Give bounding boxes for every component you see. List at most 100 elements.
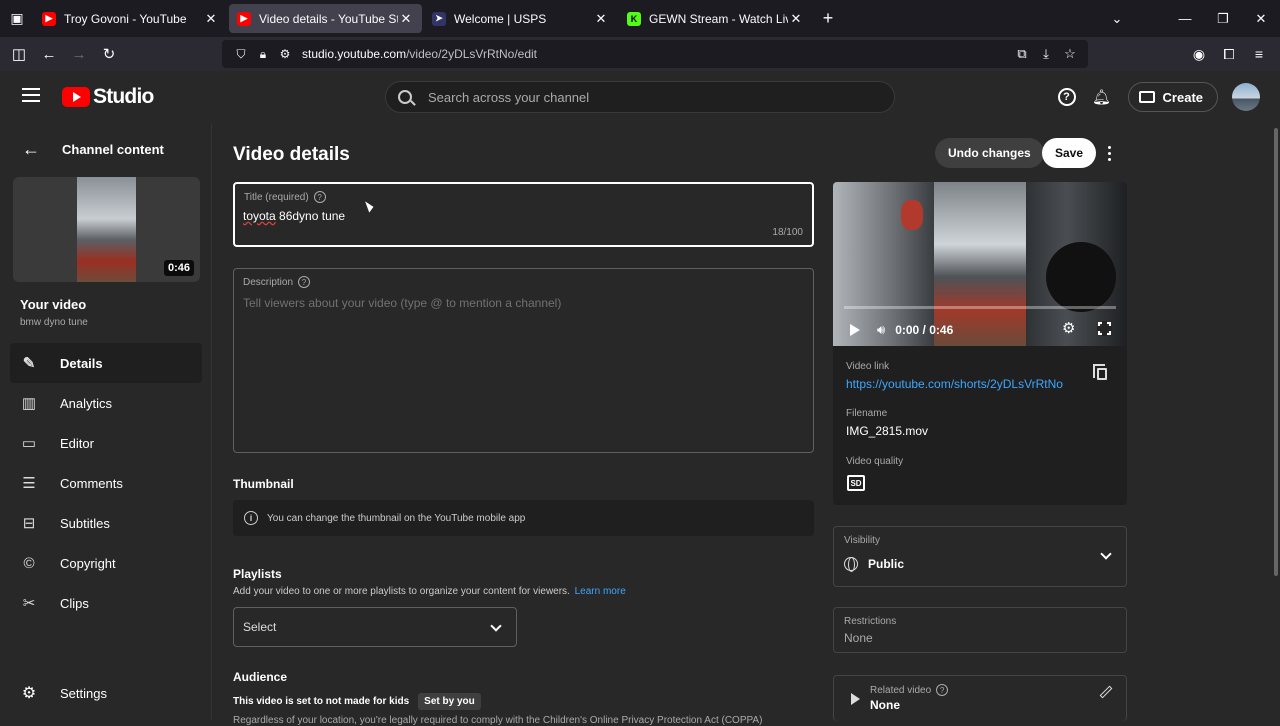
thumbnail-note: i You can change the thumbnail on the Yo…: [233, 500, 814, 536]
title-value[interactable]: toyota 86dyno tune: [243, 209, 345, 223]
description-field[interactable]: Description ? Tell viewers about your vi…: [233, 268, 814, 453]
studio-header: Studio Search across your channel ? 🔔︎ C…: [0, 71, 1280, 123]
shield-icon[interactable]: ⛉: [230, 47, 252, 62]
tab-list-icon[interactable]: ▣: [0, 0, 34, 37]
save-page-icon[interactable]: ⤓: [1034, 46, 1058, 62]
video-preview-panel: 🔊︎ 0:00 / 0:46 ⚙ Video link https://yout…: [833, 182, 1127, 505]
notifications-bell-icon[interactable]: 🔔︎: [1086, 81, 1118, 113]
player-progress-bar[interactable]: [844, 306, 1116, 309]
sidebar-item-settings[interactable]: ⚙ Settings: [20, 683, 107, 703]
new-tab-button[interactable]: +: [814, 8, 842, 29]
sidebar-item-label: Subtitles: [60, 515, 110, 531]
related-video-help-icon[interactable]: ?: [936, 684, 949, 696]
main-content: Video details Undo changes Save Title (r…: [213, 123, 1280, 726]
tab-overflow-chevron-icon[interactable]: ⌄: [1098, 11, 1136, 27]
sidebar-item-subtitles[interactable]: ⊟ Subtitles: [10, 503, 202, 543]
page-scrollbar[interactable]: [1274, 128, 1278, 576]
extensions-icon[interactable]: ⧠: [1214, 46, 1244, 63]
playlists-description: Add your video to one or more playlists …: [233, 586, 626, 597]
play-icon[interactable]: [850, 324, 860, 336]
title-help-icon[interactable]: ?: [313, 191, 326, 203]
visibility-label: Visibility: [844, 535, 880, 546]
audience-status-row: This video is set to not made for kids S…: [233, 693, 481, 710]
playlists-section-title: Playlists: [233, 567, 282, 581]
hamburger-menu-icon[interactable]: [22, 88, 40, 102]
related-video-label: Related video ?: [870, 684, 949, 696]
undo-changes-button[interactable]: Undo changes: [935, 138, 1044, 168]
help-icon: ?: [1057, 88, 1076, 106]
playlists-description-text: Add your video to one or more playlists …: [233, 586, 570, 597]
edit-pencil-icon[interactable]: [1099, 685, 1113, 699]
url-bar[interactable]: ⛉ 🔒︎ ⚙ studio.youtube.com/video/2yDLsVrR…: [222, 40, 1088, 68]
playlist-select-value: Select: [243, 620, 277, 634]
video-thumbnail[interactable]: 0:46: [13, 177, 200, 282]
sidebar-menu: ✎ Details ▥ Analytics ▭ Editor ☰ Comments ⊟ Subti…: [10, 343, 202, 623]
browser-tab[interactable]: ▶ Video details - YouTube Studio✕: [229, 4, 422, 33]
channel-content-back-button[interactable]: ← Channel content: [22, 139, 164, 160]
browser-tab[interactable]: ➤ Welcome | USPS ✕: [424, 4, 617, 33]
sidebar-toggle-icon[interactable]: ◫: [4, 39, 34, 69]
sidebar-item-details[interactable]: ✎ Details: [10, 343, 202, 383]
volume-icon[interactable]: 🔊︎: [877, 322, 885, 338]
mouse-cursor-icon: [365, 199, 375, 213]
tab-close-icon[interactable]: ✕: [398, 11, 414, 27]
avatar[interactable]: [1232, 83, 1260, 111]
toolbar-right: ◉ ⧠ ≡: [1184, 37, 1274, 71]
studio-logo-text: Studio: [93, 85, 154, 108]
tab-favicon-icon: ▶: [42, 11, 56, 26]
sidebar-item-analytics[interactable]: ▥ Analytics: [10, 383, 202, 423]
related-video-box[interactable]: Related video ? None: [833, 675, 1127, 721]
related-video-value: None: [870, 698, 900, 712]
studio-logo[interactable]: Studio: [62, 85, 154, 109]
visibility-value: Public: [844, 557, 904, 572]
restore-button[interactable]: ❐: [1204, 11, 1242, 27]
permissions-icon[interactable]: ⚙: [274, 47, 296, 61]
url-text[interactable]: studio.youtube.com/video/2yDLsVrRtNo/edi…: [302, 47, 537, 61]
title-value-rest: 86dyno tune: [275, 209, 346, 223]
learn-more-link[interactable]: Learn more: [575, 586, 626, 597]
sidebar-item-label: Clips: [60, 595, 89, 611]
sidebar-item-editor[interactable]: ▭ Editor: [10, 423, 202, 463]
player-settings-gear-icon[interactable]: ⚙: [1062, 319, 1075, 337]
browser-tab[interactable]: ▶ Troy Govoni - YouTube ✕: [34, 4, 227, 33]
video-link[interactable]: https://youtube.com/shorts/2yDLsVrRtNo: [846, 377, 1074, 391]
description-help-icon[interactable]: ?: [298, 276, 311, 288]
title-field[interactable]: Title (required) ? toyota 86dyno tune 18…: [233, 182, 814, 247]
reload-button[interactable]: ↻: [94, 39, 124, 69]
account-icon[interactable]: ◉: [1184, 46, 1214, 63]
copy-icon[interactable]: [1093, 364, 1107, 380]
sidebar-item-copyright[interactable]: © Copyright: [10, 543, 202, 583]
more-options-icon[interactable]: [1103, 140, 1115, 166]
playlist-select[interactable]: Select: [233, 607, 517, 647]
tab-close-icon[interactable]: ✕: [203, 11, 219, 27]
minimize-button[interactable]: —: [1166, 11, 1204, 26]
lock-icon[interactable]: 🔒︎: [252, 47, 274, 62]
back-button[interactable]: ←: [34, 39, 64, 69]
sidebar-item-comments[interactable]: ☰ Comments: [10, 463, 202, 503]
related-video-label-text: Related video: [870, 684, 932, 696]
menu-icon[interactable]: ≡: [1244, 46, 1274, 62]
bookmark-star-icon[interactable]: ☆: [1058, 46, 1082, 62]
url-actions: ⧉ ⤓ ☆: [1010, 40, 1082, 68]
picture-in-picture-icon[interactable]: ⧉: [1010, 46, 1034, 62]
url-path: /video/2yDLsVrRtNo/edit: [406, 47, 538, 61]
visibility-dropdown[interactable]: Visibility Public: [833, 526, 1127, 587]
fullscreen-icon[interactable]: [1097, 321, 1112, 336]
tab-close-icon[interactable]: ✕: [788, 11, 804, 27]
forward-button[interactable]: →: [64, 39, 94, 69]
search-input[interactable]: Search across your channel: [385, 81, 895, 113]
browser-tab[interactable]: K GEWN Stream - Watch Live on Kick✕: [619, 4, 812, 33]
restrictions-box[interactable]: Restrictions None: [833, 607, 1127, 653]
save-button[interactable]: Save: [1042, 138, 1097, 168]
tab-close-icon[interactable]: ✕: [593, 11, 609, 27]
video-subtitle: bmw dyno tune: [20, 317, 88, 328]
close-window-button[interactable]: ✕: [1242, 11, 1280, 27]
help-button[interactable]: ?: [1051, 81, 1083, 113]
tab-strip: ▶ Troy Govoni - YouTube ✕ ▶ Video details - …: [34, 4, 814, 33]
video-link-label: Video link: [846, 361, 890, 372]
sidebar-item-label: Details: [60, 355, 103, 371]
video-player[interactable]: 🔊︎ 0:00 / 0:46 ⚙: [833, 182, 1127, 346]
create-button[interactable]: Create: [1127, 82, 1218, 112]
subtitles-icon: ⊟: [22, 515, 36, 532]
sidebar-item-clips[interactable]: ✂ Clips: [10, 583, 202, 623]
